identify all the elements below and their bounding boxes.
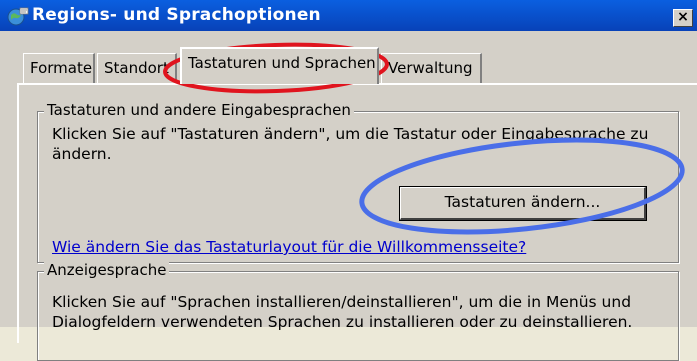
tab-label: Formate xyxy=(30,59,93,77)
window-title: Regions- und Sprachoptionen xyxy=(32,5,321,25)
tab-formate[interactable]: Formate xyxy=(23,53,95,83)
tab-label: Tastaturen und Sprachen xyxy=(188,54,376,72)
tab-label: Standort xyxy=(104,59,169,77)
change-keyboards-button[interactable]: Tastaturen ändern... xyxy=(399,186,647,221)
group-legend: Anzeigesprache xyxy=(44,261,170,279)
tab-label: Verwaltung xyxy=(388,59,473,77)
tab-panel: Tastaturen und andere Eingabesprachen Kl… xyxy=(17,83,697,361)
tab-tastaturen-und-sprachen[interactable]: Tastaturen und Sprachen xyxy=(180,47,379,84)
title-bar: Regions- und Sprachoptionen × xyxy=(0,0,697,31)
tab-verwaltung[interactable]: Verwaltung xyxy=(381,53,482,83)
keyboards-group: Tastaturen und andere Eingabesprachen Kl… xyxy=(37,101,679,263)
display-language-description: Klicken Sie auf "Sprachen installieren/d… xyxy=(52,293,633,331)
display-language-group: Anzeigesprache Klicken Sie auf "Sprachen… xyxy=(37,261,679,361)
tab-standort[interactable]: Standort xyxy=(97,53,177,83)
dialog-body: Formate Standort Tastaturen und Sprachen… xyxy=(0,31,697,361)
welcome-layout-link[interactable]: Wie ändern Sie das Tastaturlayout für di… xyxy=(52,238,526,256)
close-button[interactable]: × xyxy=(673,9,693,27)
regional-options-icon xyxy=(7,7,29,26)
keyboards-description: Klicken Sie auf "Tastaturen ändern", um … xyxy=(52,125,649,163)
group-legend: Tastaturen und andere Eingabesprachen xyxy=(44,101,354,119)
